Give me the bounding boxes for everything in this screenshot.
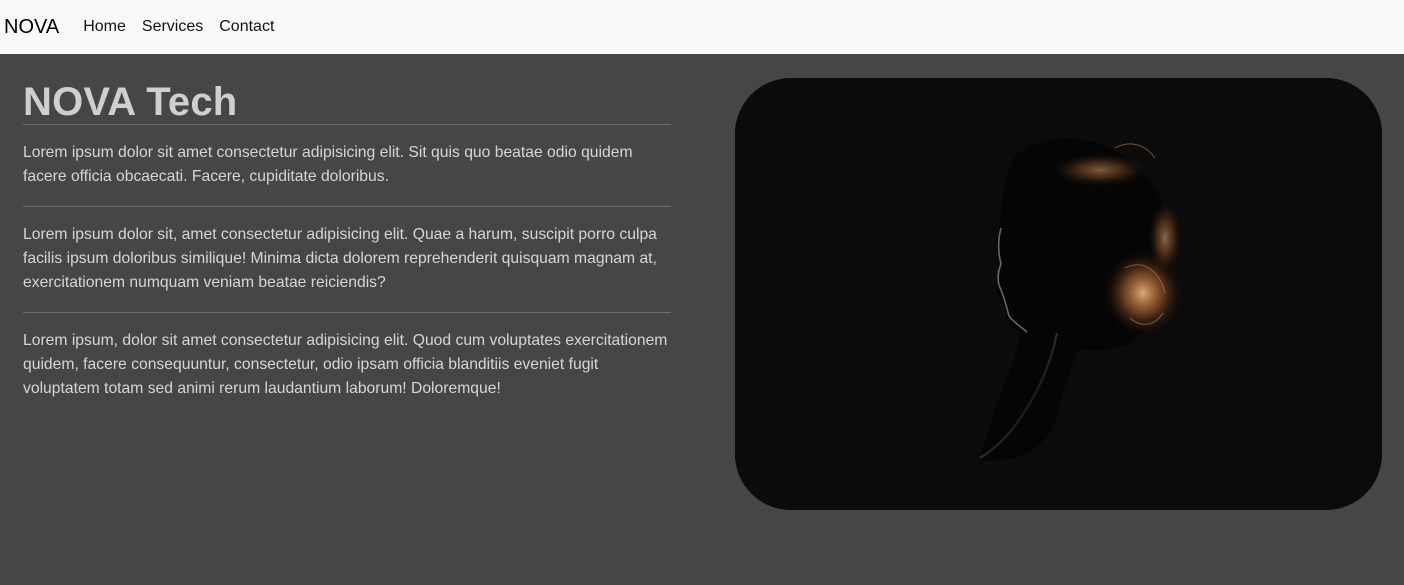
divider bbox=[23, 206, 671, 207]
nav-link-home[interactable]: Home bbox=[83, 19, 126, 35]
nav-link-services[interactable]: Services bbox=[142, 19, 203, 35]
divider bbox=[23, 312, 671, 313]
hero-image bbox=[735, 78, 1382, 510]
navbar: NOVA Home Services Contact bbox=[0, 0, 1404, 54]
divider bbox=[23, 124, 671, 125]
silhouette-portrait-image bbox=[735, 78, 1382, 510]
paragraph-2: Lorem ipsum dolor sit, amet consectetur … bbox=[23, 226, 657, 291]
paragraph-3: Lorem ipsum, dolor sit amet consectetur … bbox=[23, 332, 668, 397]
main-content: NOVA Tech Lorem ipsum dolor sit amet con… bbox=[23, 54, 671, 401]
paragraph-1: Lorem ipsum dolor sit amet consectetur a… bbox=[23, 144, 633, 185]
nav-link-contact[interactable]: Contact bbox=[219, 19, 274, 35]
brand-logo[interactable]: NOVA bbox=[4, 17, 59, 37]
page-title: NOVA Tech bbox=[23, 80, 238, 124]
